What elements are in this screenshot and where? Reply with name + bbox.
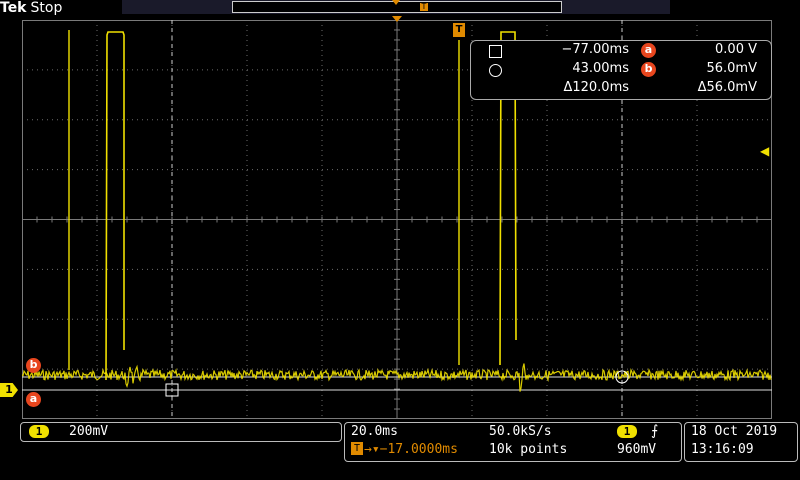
cursor-delta-value: Δ56.0mV (697, 80, 757, 95)
trigger-level: 960mV (617, 442, 657, 457)
cursor-readout[interactable]: −77.00ms a 0.00 V 43.00ms b 56.0mV Δ120.… (470, 40, 772, 100)
record-length: 10k points (489, 442, 568, 457)
cursor-b-icon: b (641, 62, 656, 77)
time-per-div: 20.0ms (351, 424, 398, 439)
ch1-pulse (105, 31, 125, 381)
cursor-a-value: 0.00 V (715, 42, 757, 57)
trigger-delay: →▾−17.0000ms (364, 442, 458, 457)
channel1-scale: 200mV (69, 424, 109, 439)
trigger-position-marker-icon[interactable] (392, 16, 402, 22)
trigger-delay-T-icon: T (351, 442, 363, 455)
datetime-panel[interactable]: 18 Oct 2019 13:16:09 (684, 422, 798, 462)
cursor-delta-time: Δ120.0ms (563, 80, 629, 95)
cursor1-square-icon (489, 45, 502, 58)
sample-rate: 50.0kS/s (489, 424, 552, 439)
channel1-badge: 1 (29, 425, 49, 438)
brand-status: Tek Stop (0, 0, 62, 16)
cursor1-time: −77.00ms (561, 42, 629, 57)
channel1-scale-panel[interactable]: 1 200mV (20, 422, 342, 442)
ch1-ground-marker[interactable]: 1 (0, 383, 18, 397)
record-center-marker-icon (392, 0, 400, 5)
cursor-b-level-marker[interactable]: b (26, 358, 41, 373)
trigger-level-arrow-icon[interactable]: ◀ (760, 145, 769, 157)
cursor-b-value: 56.0mV (706, 61, 757, 76)
cursor2-circle-icon (489, 64, 502, 77)
cursor-a-icon: a (641, 43, 656, 58)
horizontal-panel[interactable]: 20.0ms 50.0kS/s T →▾−17.0000ms 10k point… (344, 422, 682, 462)
rising-edge-icon: ⨍ (651, 423, 659, 439)
cursor-a-level-marker[interactable]: a (26, 392, 41, 407)
date: 18 Oct 2019 (691, 424, 778, 439)
record-trigger-icon: T (420, 2, 428, 11)
trigger-source-badge: 1 (617, 425, 637, 438)
time: 13:16:09 (691, 442, 754, 457)
brand-logo: Tek (0, 0, 27, 16)
acquisition-state[interactable]: Stop (31, 0, 63, 16)
cursor2-time: 43.00ms (572, 61, 629, 76)
oscilloscope-screen: Tek Stop T T ◀ 1 b a −77.00ms a 0.00 V 43… (0, 0, 800, 480)
trigger-T-marker-icon[interactable]: T (453, 23, 465, 37)
